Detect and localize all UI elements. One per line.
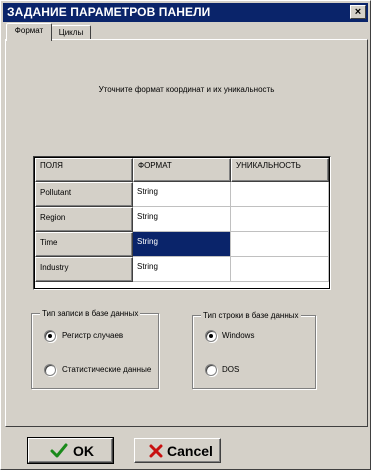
line-type-legend: Тип строки в базе данных xyxy=(201,310,301,321)
radio-dos[interactable] xyxy=(205,364,217,376)
cell-format-industry[interactable]: String xyxy=(133,257,231,282)
line-type-group: Тип строки в базе данных Windows DOS xyxy=(192,310,316,389)
tab-panel-format: Уточните формат координат и их уникально… xyxy=(5,39,368,427)
cell-unique-industry[interactable] xyxy=(231,257,329,282)
row-field-region[interactable]: Region xyxy=(35,207,133,232)
radio-dos-label[interactable]: DOS xyxy=(222,364,239,376)
row-field-time[interactable]: Time xyxy=(35,232,133,257)
cell-format-pollutant[interactable]: String xyxy=(133,182,231,207)
ok-button-label: OK xyxy=(73,443,94,459)
radio-windows-label[interactable]: Windows xyxy=(222,330,254,342)
grid-frame: ПОЛЯ ФОРМАТ УНИКАЛЬНОСТЬ Pollutant Strin… xyxy=(34,157,330,289)
tab-format[interactable]: Формат xyxy=(6,23,52,41)
radio-case-register[interactable] xyxy=(44,330,56,342)
window-title: ЗАДАНИЕ ПАРАМЕТРОВ ПАНЕЛИ xyxy=(7,5,211,19)
cell-unique-region[interactable] xyxy=(231,207,329,232)
radio-dot-icon xyxy=(48,334,52,338)
row-field-pollutant[interactable]: Pollutant xyxy=(35,182,133,207)
close-button[interactable]: × xyxy=(350,5,366,19)
tab-format-label: Формат xyxy=(14,26,44,35)
cancel-button-label: Cancel xyxy=(167,443,213,459)
column-header-fields[interactable]: ПОЛЯ xyxy=(35,158,133,182)
column-header-uniqueness[interactable]: УНИКАЛЬНОСТЬ xyxy=(231,158,329,182)
radio-dot-icon xyxy=(209,334,213,338)
dialog-window: ЗАДАНИЕ ПАРАМЕТРОВ ПАНЕЛИ × Формат Циклы… xyxy=(0,0,371,470)
x-icon xyxy=(149,444,163,458)
radio-case-register-label[interactable]: Регистр случаев xyxy=(62,330,123,342)
instruction-text: Уточните формат координат и их уникально… xyxy=(98,85,275,94)
title-bar[interactable]: ЗАДАНИЕ ПАРАМЕТРОВ ПАНЕЛИ × xyxy=(3,3,368,22)
checkmark-icon xyxy=(50,443,68,458)
row-field-industry[interactable]: Industry xyxy=(35,257,133,282)
cell-unique-time[interactable] xyxy=(231,232,329,257)
cell-unique-pollutant[interactable] xyxy=(231,182,329,207)
cell-format-region[interactable]: String xyxy=(133,207,231,232)
cancel-button[interactable]: Cancel xyxy=(134,438,221,463)
record-type-group: Тип записи в базе данных Регистр случаев… xyxy=(31,308,159,389)
radio-statistical-data-label[interactable]: Статистические данные xyxy=(62,364,151,376)
radio-statistical-data[interactable] xyxy=(44,364,56,376)
radio-windows[interactable] xyxy=(205,330,217,342)
ok-button[interactable]: OK xyxy=(27,437,114,464)
record-type-legend: Тип записи в базе данных xyxy=(40,308,141,319)
fields-grid[interactable]: ПОЛЯ ФОРМАТ УНИКАЛЬНОСТЬ Pollutant Strin… xyxy=(33,156,331,290)
column-header-format[interactable]: ФОРМАТ xyxy=(133,158,231,182)
tab-cycles-label: Циклы xyxy=(58,28,84,37)
cell-format-time[interactable]: String xyxy=(133,232,231,257)
